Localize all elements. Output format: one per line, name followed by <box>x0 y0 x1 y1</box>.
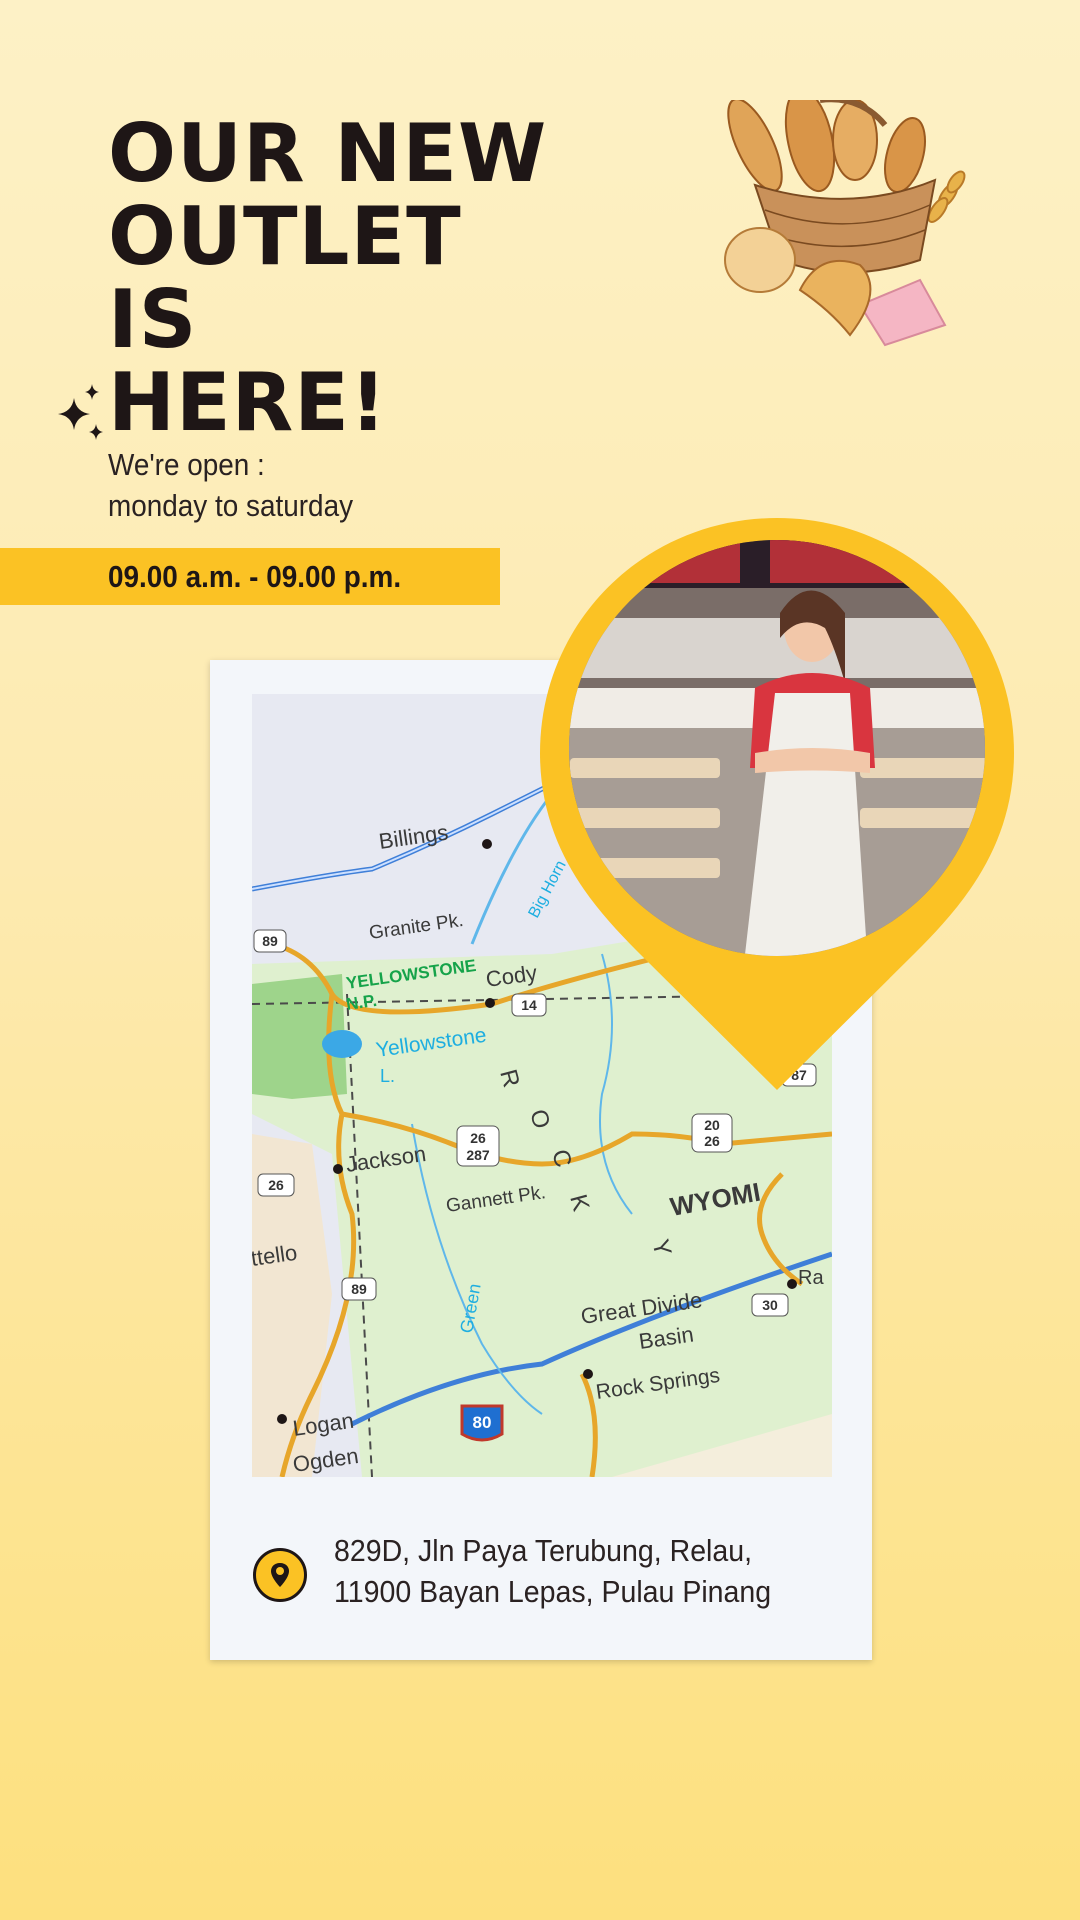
route-shield-287: 287 <box>466 1147 490 1163</box>
address-line-1: 829D, Jln Paya Terubung, Relau, <box>334 1533 753 1568</box>
bread-basket-illustration <box>724 100 966 347</box>
headline-line-2: OUTLET IS <box>108 190 462 366</box>
route-shield-30: 30 <box>762 1297 778 1313</box>
hours-banner: 09.00 a.m. - 09.00 p.m. <box>0 548 500 605</box>
opening-days: We're open : monday to saturday <box>108 444 353 526</box>
opening-hours: 09.00 a.m. - 09.00 p.m. <box>108 559 402 594</box>
route-shield-89: 89 <box>262 933 278 949</box>
address-row: 829D, Jln Paya Terubung, Relau, 11900 Ba… <box>210 1530 872 1640</box>
address-line-2: 11900 Bayan Lepas, Pulau Pinang <box>334 1574 772 1609</box>
route-shield-20: 20 <box>704 1117 720 1133</box>
sparkle-icon <box>58 384 103 440</box>
headline-line-3: HERE! <box>108 356 388 449</box>
location-pin-photo-marker <box>540 518 1014 1090</box>
outlet-address: 829D, Jln Paya Terubung, Relau, 11900 Ba… <box>334 1530 771 1612</box>
route-shield-80: 80 <box>473 1413 492 1432</box>
map-label-l: L. <box>380 1066 395 1086</box>
open-label: We're open : <box>108 447 265 482</box>
route-shield-89-south: 89 <box>351 1281 367 1297</box>
headline-line-1: OUR NEW <box>108 107 548 200</box>
headline: OUR NEW OUTLET IS HERE! <box>108 112 578 444</box>
map-label-rawlins: Ra <box>798 1267 824 1289</box>
route-shield-14: 14 <box>521 997 537 1013</box>
route-shield-26-west: 26 <box>268 1177 284 1193</box>
location-pin-icon <box>253 1548 307 1602</box>
route-shield-26: 26 <box>470 1130 486 1146</box>
route-shield-26-east: 26 <box>704 1133 720 1149</box>
open-days: monday to saturday <box>108 488 354 523</box>
